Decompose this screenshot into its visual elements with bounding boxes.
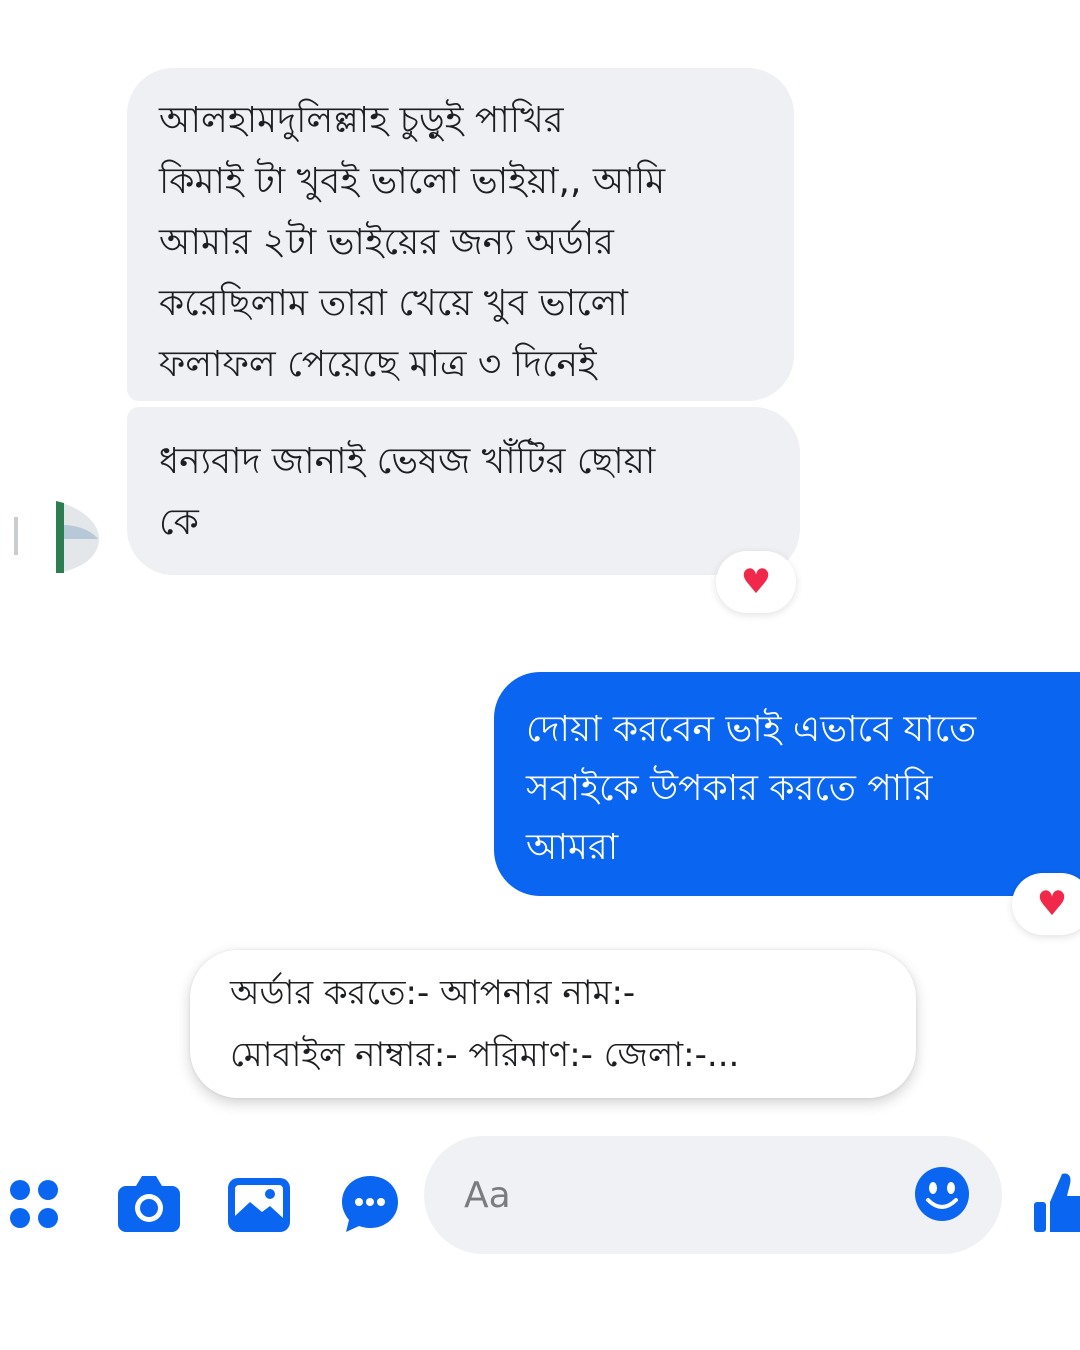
message-composer bbox=[424, 1136, 1002, 1254]
message-bubble-received[interactable]: আলহামদুলিল্লাহ চুড়ুই পাখির কিমাই টা খুব… bbox=[127, 68, 794, 401]
like-icon[interactable] bbox=[1032, 1168, 1080, 1234]
apps-icon[interactable] bbox=[6, 1176, 62, 1232]
heart-reaction-icon[interactable]: ♥ bbox=[716, 551, 796, 613]
gallery-icon[interactable] bbox=[226, 1176, 292, 1234]
heart-reaction-icon[interactable]: ♥ bbox=[1012, 873, 1080, 935]
emoji-icon[interactable] bbox=[912, 1164, 972, 1224]
message-bubble-sent[interactable]: দোয়া করবেন ভাই এভাবে যাতে সবাইকে উপকার … bbox=[494, 672, 1080, 896]
message-input[interactable] bbox=[462, 1166, 886, 1224]
sender-avatar[interactable] bbox=[4, 495, 104, 575]
message-bubble-received[interactable]: ধন্যবাদ জানাই ভেষজ খাঁটির ছোয়া কে bbox=[127, 407, 800, 575]
chat-icon[interactable] bbox=[340, 1172, 400, 1236]
quick-reply-card[interactable]: অর্ডার করতে:- আপনার নাম:- মোবাইল নাম্বার… bbox=[190, 950, 916, 1098]
camera-icon[interactable] bbox=[116, 1172, 182, 1234]
